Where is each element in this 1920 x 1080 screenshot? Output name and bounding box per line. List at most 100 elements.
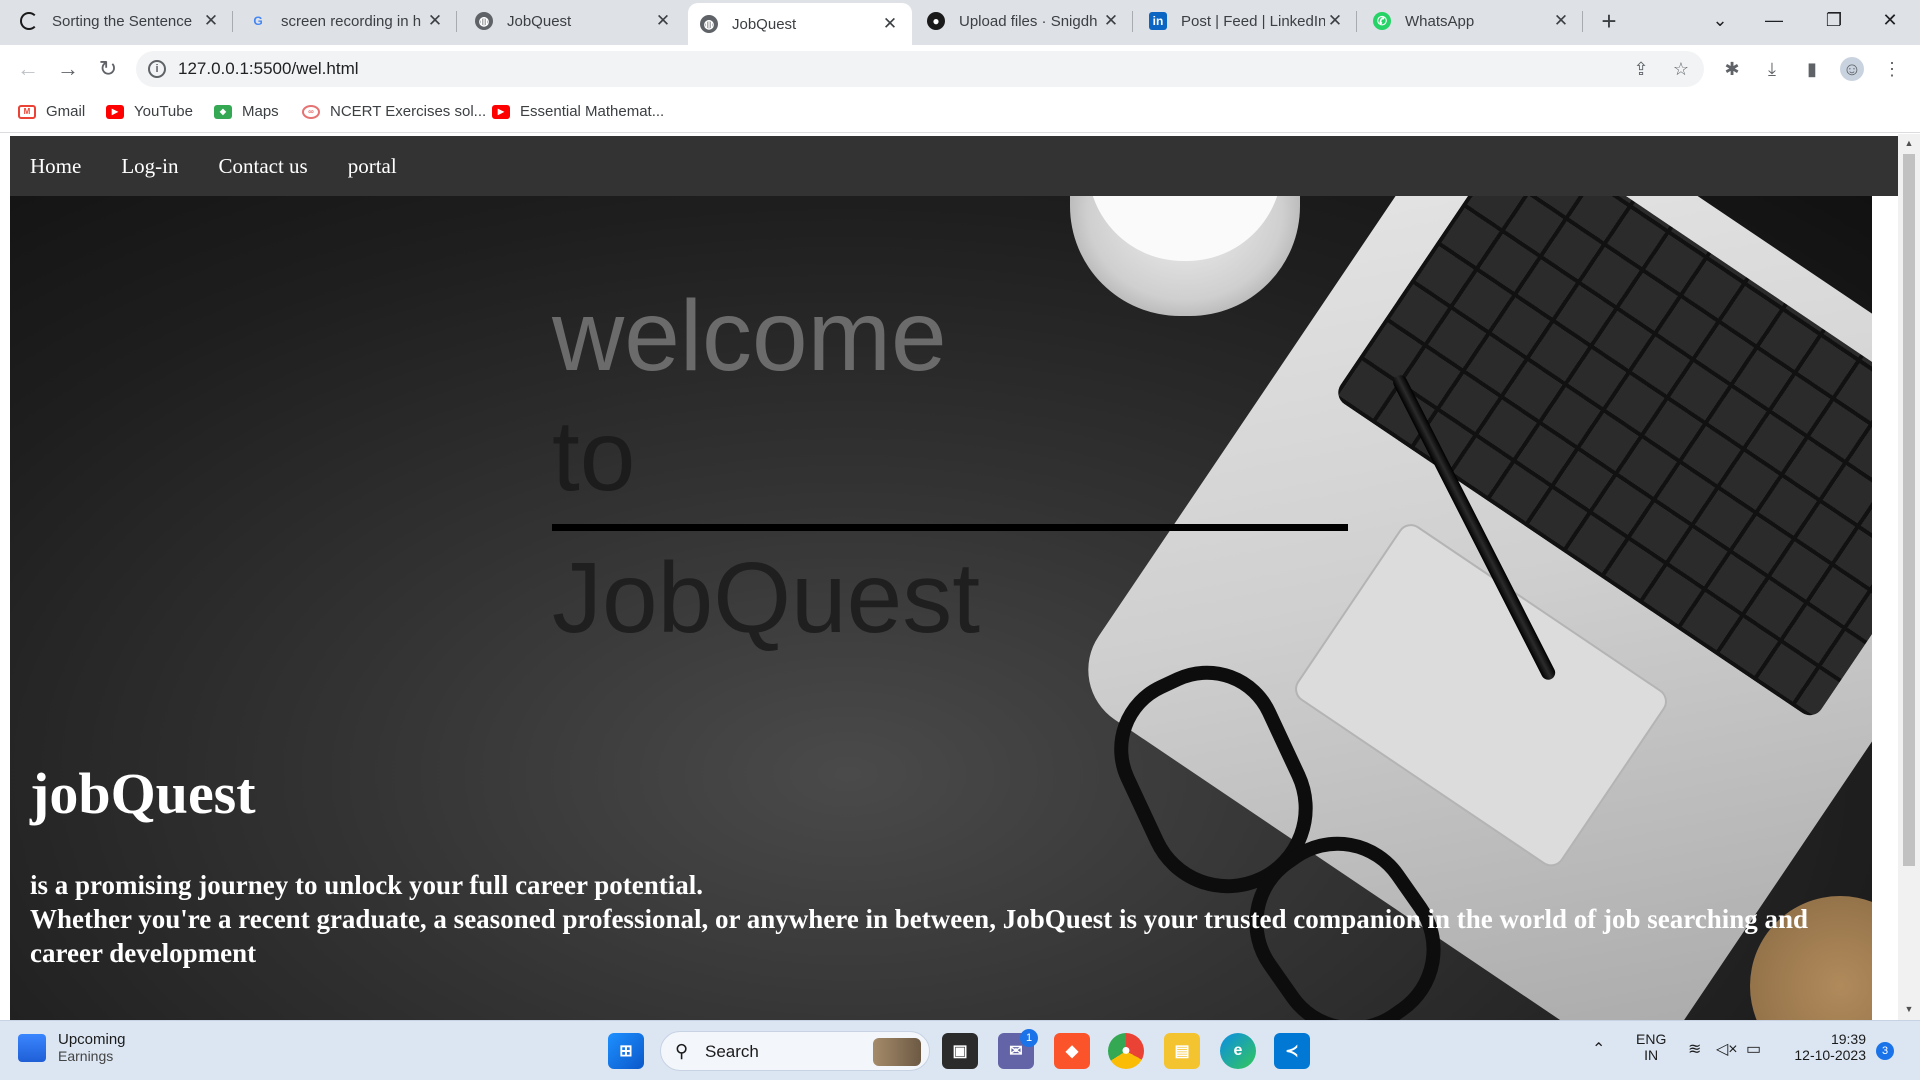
widget-title: Upcoming — [58, 1031, 126, 1048]
minimize-button[interactable]: — — [1744, 0, 1804, 40]
scroll-up-arrow-icon[interactable]: ▲ — [1904, 138, 1914, 148]
bookmark-label: Essential Mathemat... — [520, 103, 665, 120]
side-panel-icon[interactable]: ▮ — [1800, 57, 1824, 81]
brave-browser-button[interactable]: ◆ — [1054, 1033, 1090, 1069]
close-icon[interactable]: ✕ — [653, 11, 673, 31]
close-window-button[interactable]: ✕ — [1860, 0, 1920, 40]
url-text[interactable]: 127.0.0.1:5500/wel.html — [178, 59, 359, 79]
clock-date: 12-10-2023 — [1794, 1047, 1866, 1063]
edge-browser-button[interactable]: e — [1220, 1033, 1256, 1069]
windows-taskbar: Upcoming Earnings ⊞ ⚲ Search ▣ ✉ 1 ◆ ● ▤… — [0, 1020, 1920, 1080]
close-icon[interactable]: ✕ — [1101, 11, 1121, 31]
nav-home[interactable]: Home — [30, 154, 81, 179]
bookmark-star-icon[interactable]: ☆ — [1670, 58, 1692, 80]
new-tab-button[interactable]: + — [1594, 6, 1624, 36]
close-icon[interactable]: ✕ — [201, 11, 221, 31]
tab-label: JobQuest — [507, 12, 572, 30]
bookmark-ncert[interactable]: ∞ NCERT Exercises sol... — [302, 103, 486, 120]
nav-contact-us[interactable]: Contact us — [218, 154, 307, 179]
bookmark-youtube[interactable]: ▶ YouTube — [106, 103, 193, 120]
language-indicator[interactable]: ENG IN — [1636, 1031, 1666, 1063]
gmail-icon: M — [18, 104, 36, 119]
tab-whatsapp[interactable]: ✆ WhatsApp ✕ — [1361, 0, 1583, 42]
taskbar-search[interactable]: ⚲ Search — [660, 1031, 930, 1071]
tab-search-chevron-icon[interactable]: ⌄ — [1690, 0, 1750, 40]
tab-sorting-sentence[interactable]: Sorting the Sentence ✕ — [8, 0, 233, 42]
region-code: IN — [1644, 1047, 1659, 1063]
github-icon: ● — [927, 12, 945, 30]
ncert-icon: ∞ — [302, 104, 320, 119]
welcome-text: welcome — [552, 280, 947, 392]
site-info-icon[interactable]: i — [148, 60, 166, 78]
scrollbar-thumb[interactable] — [1903, 154, 1915, 866]
extensions-icon[interactable]: ✱ — [1720, 57, 1744, 81]
tab-label: screen recording in h — [281, 12, 422, 30]
wifi-icon[interactable]: ≋ — [1688, 1039, 1701, 1059]
tab-jobquest-active[interactable]: ◍ JobQuest ✕ — [688, 3, 912, 45]
bookmark-maps[interactable]: ◆ Maps — [214, 103, 279, 120]
battery-icon[interactable]: ▭ — [1746, 1039, 1761, 1059]
clock-time: 19:39 — [1830, 1031, 1866, 1047]
chrome-button[interactable]: ● — [1108, 1033, 1144, 1069]
hero-section: welcome to JobQuest jobQuest is a promis… — [10, 196, 1872, 1020]
close-icon[interactable]: ✕ — [425, 11, 445, 31]
tab-screen-recording[interactable]: G screen recording in h ✕ — [237, 0, 457, 42]
task-view-button[interactable]: ▣ — [942, 1033, 978, 1069]
scroll-down-arrow-icon[interactable]: ▼ — [1904, 1004, 1914, 1014]
lang-code: ENG — [1636, 1031, 1667, 1047]
tab-linkedin[interactable]: in Post | Feed | LinkedIn ✕ — [1137, 0, 1357, 42]
teams-notification-badge: 1 — [1020, 1029, 1038, 1047]
volume-muted-icon[interactable]: ◁× — [1716, 1039, 1738, 1059]
nav-login[interactable]: Log-in — [121, 154, 178, 179]
bookmark-essential-math[interactable]: ▶ Essential Mathemat... — [492, 103, 664, 120]
whatsapp-icon: ✆ — [1373, 12, 1391, 30]
tab-divider — [1582, 11, 1583, 32]
tab-label: WhatsApp — [1405, 12, 1475, 30]
download-icon[interactable]: ⤓ — [1760, 57, 1784, 81]
tray-overflow-chevron-icon[interactable]: ⌃ — [1592, 1039, 1605, 1059]
back-button[interactable]: ← — [12, 53, 44, 85]
stocks-chart-icon — [18, 1033, 46, 1062]
forward-button[interactable]: → — [52, 53, 84, 85]
jobquest-title: JobQuest — [552, 542, 981, 654]
tab-divider — [232, 11, 233, 32]
share-icon[interactable]: ⇪ — [1630, 58, 1652, 80]
bookmark-gmail[interactable]: M Gmail — [18, 103, 85, 120]
menu-kebab-icon[interactable]: ⋮ — [1880, 57, 1904, 81]
site-navbar: Home Log-in Contact us portal — [10, 136, 1898, 196]
tagline: is a promising journey to unlock your fu… — [30, 868, 1830, 970]
tagline-line-1: is a promising journey to unlock your fu… — [30, 870, 704, 900]
linkedin-icon: in — [1149, 12, 1167, 30]
close-icon[interactable]: ✕ — [880, 14, 900, 34]
screen: Sorting the Sentence ✕ G screen recordin… — [0, 0, 1920, 1080]
notification-badge[interactable]: 3 — [1876, 1042, 1894, 1060]
reload-button[interactable]: ↻ — [92, 53, 124, 85]
vscode-button[interactable]: ≺ — [1274, 1033, 1310, 1069]
heading-divider — [552, 524, 1348, 531]
clock[interactable]: 19:39 12-10-2023 — [1786, 1031, 1866, 1063]
tab-label: Post | Feed | LinkedIn — [1181, 12, 1325, 30]
nav-portal[interactable]: portal — [348, 154, 397, 179]
search-icon: ⚲ — [675, 1041, 689, 1061]
tagline-line-2: Whether you're a recent graduate, a seas… — [30, 904, 1809, 968]
bookmark-label: Maps — [242, 103, 279, 120]
bookmark-label: NCERT Exercises sol... — [330, 103, 487, 120]
page-viewport: Home Log-in Contact us portal welcome to… — [0, 134, 1920, 1020]
start-button[interactable]: ⊞ — [608, 1033, 644, 1069]
close-icon[interactable]: ✕ — [1551, 11, 1571, 31]
maximize-button[interactable]: ❐ — [1804, 0, 1864, 40]
mug-rim — [1088, 196, 1282, 261]
globe-icon: ◍ — [475, 12, 493, 30]
tab-jobquest[interactable]: ◍ JobQuest ✕ — [463, 0, 685, 42]
profile-avatar-icon[interactable]: ☺ — [1840, 57, 1864, 81]
widgets-button[interactable]: Upcoming Earnings — [18, 1031, 126, 1064]
address-bar[interactable]: i 127.0.0.1:5500/wel.html ⇪ ☆ — [136, 51, 1704, 87]
tab-strip: Sorting the Sentence ✕ G screen recordin… — [0, 0, 1920, 45]
tab-divider — [456, 11, 457, 32]
page-scrollbar[interactable]: ▲ ▼ — [1898, 134, 1920, 1020]
tab-github-upload[interactable]: ● Upload files · Snigdh ✕ — [915, 0, 1133, 42]
file-explorer-button[interactable]: ▤ — [1164, 1033, 1200, 1069]
to-text: to — [552, 400, 636, 512]
google-icon: G — [253, 14, 263, 28]
close-icon[interactable]: ✕ — [1325, 11, 1345, 31]
